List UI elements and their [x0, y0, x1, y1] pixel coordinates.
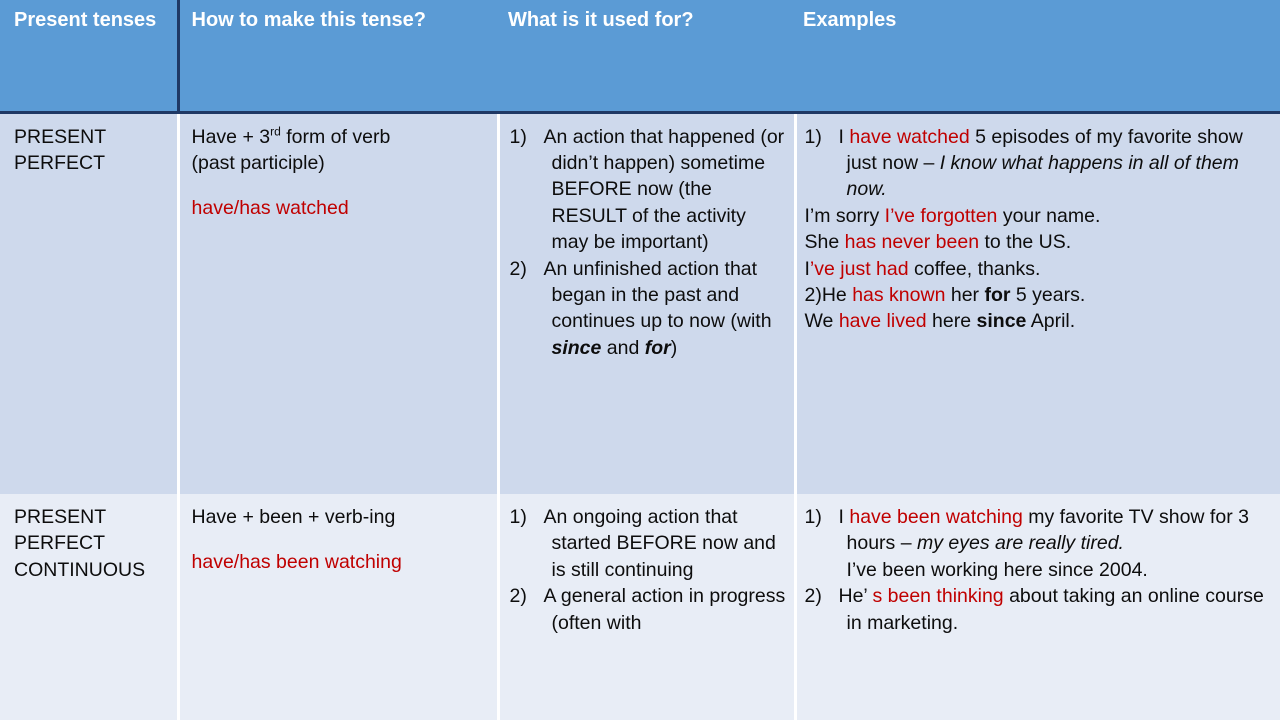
usage-item-1-text: An ongoing action that started BEFORE no…	[543, 506, 776, 581]
example-line-3-pre: She	[804, 231, 845, 254]
formula-ordinal-suffix: rd	[270, 124, 281, 138]
usage-item-1-number: 1)	[509, 506, 527, 528]
example-item-1-verb: have been watching	[849, 506, 1023, 528]
usage-item-2-keyword-since: since	[551, 336, 602, 359]
example-item-2-pre: He	[821, 284, 853, 307]
formula-spacer	[192, 176, 489, 195]
example-item-2: 2) He’ s been thinking about taking an on…	[805, 583, 1273, 636]
formula-line-2: (past participle)	[191, 151, 325, 174]
usage-item-2-text: A general action in progress (often with	[543, 585, 786, 634]
table-row: PRESENT PERFECT Have + 3rd form of verb …	[0, 112, 1280, 494]
example-line-6-mid: here	[926, 310, 977, 333]
table-header: Present tenses How to make this tense? W…	[0, 0, 1280, 114]
tense-name-line-2: PERFECT	[14, 151, 106, 174]
example-item-2-keyword-for: for	[984, 284, 1011, 307]
example-line-3-verb: has never been	[844, 231, 980, 254]
usage-item-1: 1) An action that happened (or didn’t hap…	[510, 124, 786, 256]
example-item-1-number: 1)	[804, 506, 822, 528]
present-tenses-table: Present tenses How to make this tense? W…	[0, 0, 1280, 720]
table-row: PRESENT PERFECT CONTINUOUS Have + been +…	[0, 494, 1280, 720]
example-item-1-pre: I	[838, 125, 850, 148]
example-item-1: 1) I have been watching my favorite TV sh…	[805, 504, 1273, 557]
example-line-6-pre: We	[804, 310, 839, 333]
formula-example-red: have/has been watching	[191, 550, 402, 573]
cell-tense-name-present-perfect: PRESENT PERFECT	[0, 112, 180, 494]
example-item-1: 1) I have watched 5 episodes of my favori…	[805, 124, 1273, 203]
formula-example-red: have/has watched	[191, 196, 349, 219]
formula-line-1: Have + 3rd form of verb	[192, 124, 489, 150]
usage-item-1-number: 1)	[509, 125, 527, 148]
usage-item-2-text-post: )	[670, 336, 678, 359]
cell-examples-present-perfect: 1) I have watched 5 episodes of my favori…	[795, 112, 1280, 494]
usage-item-2: 2) An unfinished action that began in the…	[510, 256, 786, 362]
example-item-2-pre: He’	[838, 585, 868, 608]
example-line-6: We have lived here since April.	[805, 308, 1273, 334]
example-line-2: I’ve been working here since 2004.	[846, 558, 1148, 581]
example-item-1-verb: have watched	[849, 125, 970, 148]
example-line-6-verb: have lived	[838, 310, 927, 333]
example-line-2-pre: I’m sorry	[804, 204, 885, 227]
example-item-1-italic: my eyes are really tired.	[916, 532, 1124, 555]
example-line-4-post: coffee, thanks.	[908, 257, 1041, 280]
example-line-2: I’m sorry I’ve forgotten your name.	[805, 203, 1273, 229]
example-line-6-keyword-since: since	[976, 310, 1027, 333]
example-line-2-post: your name.	[997, 204, 1101, 227]
header-cell-examples: Examples	[795, 0, 1280, 114]
example-item-2-post: 5 years.	[1010, 284, 1086, 307]
cell-formation-present-perfect: Have + 3rd form of verb (past participle…	[178, 112, 500, 494]
slide-canvas: Present tenses How to make this tense? W…	[0, 0, 1280, 720]
formula-spacer	[192, 530, 489, 549]
formula-text-b: form of verb	[280, 125, 391, 148]
header-cell-present-tenses: Present tenses	[0, 0, 180, 114]
tense-name-line-2: PERFECT	[14, 532, 106, 555]
formula-text-a: Have + 3	[191, 125, 271, 148]
cell-formation-present-perfect-continuous: Have + been + verb-ing have/has been wat…	[178, 494, 500, 720]
header-cell-how-to-make: How to make this tense?	[178, 0, 498, 114]
cell-examples-present-perfect-continuous: 1) I have been watching my favorite TV sh…	[795, 494, 1280, 720]
usage-item-2-number: 2)	[509, 257, 527, 280]
usage-item-2-number: 2)	[509, 585, 527, 608]
example-item-2-number: 2)	[804, 585, 822, 608]
example-item-2-verb: s been thinking	[867, 585, 1004, 608]
usage-item-1-text: An action that happened (or didn’t happe…	[543, 125, 785, 254]
usage-item-2-keyword-for: for	[644, 336, 671, 359]
usage-item-2: 2) A general action in progress (often wi…	[510, 583, 786, 636]
table-body: PRESENT PERFECT Have + 3rd form of verb …	[0, 112, 1280, 720]
usage-item-2-text-mid: and	[601, 336, 645, 359]
example-item-2: 2)He has known her for 5 years.	[805, 282, 1273, 308]
cell-usage-present-perfect-continuous: 1) An ongoing action that started BEFORE …	[498, 494, 797, 720]
tense-name-line-1: PRESENT	[14, 506, 107, 528]
example-line-6-post: April.	[1026, 310, 1076, 333]
example-item-1-number: 1)	[804, 125, 822, 148]
cell-tense-name-present-perfect-continuous: PRESENT PERFECT CONTINUOUS	[0, 494, 180, 720]
example-item-2-number: 2)	[804, 284, 822, 307]
formula-line-1: Have + been + verb-ing	[191, 506, 396, 528]
example-line-2-verb: I’ve forgotten	[884, 204, 998, 227]
usage-item-2-text-pre: An unfinished action that began in the p…	[543, 257, 772, 333]
usage-item-1: 1) An ongoing action that started BEFORE …	[510, 504, 786, 583]
example-line-3-post: to the US.	[979, 231, 1072, 254]
example-line-4-verb: ’ve just had	[809, 257, 909, 280]
example-line-3: She has never been to the US.	[805, 229, 1273, 255]
tense-name-line-3: CONTINUOUS	[14, 558, 146, 581]
tense-name-line-1: PRESENT	[14, 125, 107, 148]
example-item-2-mid: her	[945, 284, 985, 307]
cell-usage-present-perfect: 1) An action that happened (or didn’t hap…	[498, 112, 797, 494]
example-line-4: I’ve just had coffee, thanks.	[805, 256, 1273, 282]
header-cell-what-used-for: What is it used for?	[498, 0, 795, 114]
example-item-2-verb: has known	[852, 284, 946, 307]
header-row: Present tenses How to make this tense? W…	[0, 0, 1280, 114]
example-item-1-pre: I	[838, 506, 850, 528]
